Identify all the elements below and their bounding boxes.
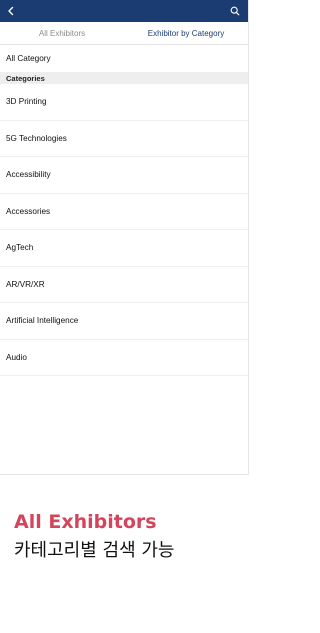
category-item-accessibility[interactable]: Accessibility: [0, 157, 248, 194]
category-label: AR/VR/XR: [6, 279, 45, 289]
tab-all-exhibitors[interactable]: All Exhibitors: [0, 29, 124, 38]
category-label: Accessories: [6, 206, 51, 216]
category-item-3d-printing[interactable]: 3D Printing: [0, 84, 248, 121]
search-icon: [230, 6, 240, 16]
category-label: AgTech: [6, 243, 34, 253]
top-app-bar: [0, 0, 248, 22]
category-item-audio[interactable]: Audio: [0, 340, 248, 376]
tab-bar: All Exhibitors Exhibitor by Category: [0, 22, 248, 45]
caption-title: All Exhibitors: [14, 511, 157, 533]
category-label: Accessibility: [6, 170, 51, 180]
section-header-label: Categories: [6, 73, 45, 83]
category-item-accessories[interactable]: Accessories: [0, 194, 248, 230]
category-list: 3D Printing 5G Technologies Accessibilit…: [0, 84, 248, 376]
back-button[interactable]: [4, 4, 18, 18]
category-label: 3D Printing: [6, 97, 47, 107]
category-item-artificial-intelligence[interactable]: Artificial Intelligence: [0, 303, 248, 340]
section-header-categories: Categories: [0, 72, 248, 84]
all-category-item[interactable]: All Category: [0, 45, 248, 72]
caption-subtitle: 카테고리별 검색 가능: [14, 540, 175, 561]
category-item-ar-vr-xr[interactable]: AR/VR/XR: [0, 267, 248, 303]
category-item-agtech[interactable]: AgTech: [0, 230, 248, 267]
category-label: 5G Technologies: [6, 133, 67, 143]
screen: All Exhibitors Exhibitor by Category All…: [0, 0, 250, 633]
feature-caption: All Exhibitors 카테고리별 검색 가능: [14, 510, 244, 564]
search-button[interactable]: [228, 4, 242, 18]
chevron-left-icon: [8, 6, 14, 16]
category-label: Audio: [6, 352, 27, 362]
tab-exhibitor-by-category[interactable]: Exhibitor by Category: [124, 29, 248, 38]
category-label: Artificial Intelligence: [6, 316, 79, 326]
category-item-5g-technologies[interactable]: 5G Technologies: [0, 121, 248, 157]
all-category-label: All Category: [6, 54, 51, 63]
app-window: All Exhibitors Exhibitor by Category All…: [0, 0, 249, 475]
